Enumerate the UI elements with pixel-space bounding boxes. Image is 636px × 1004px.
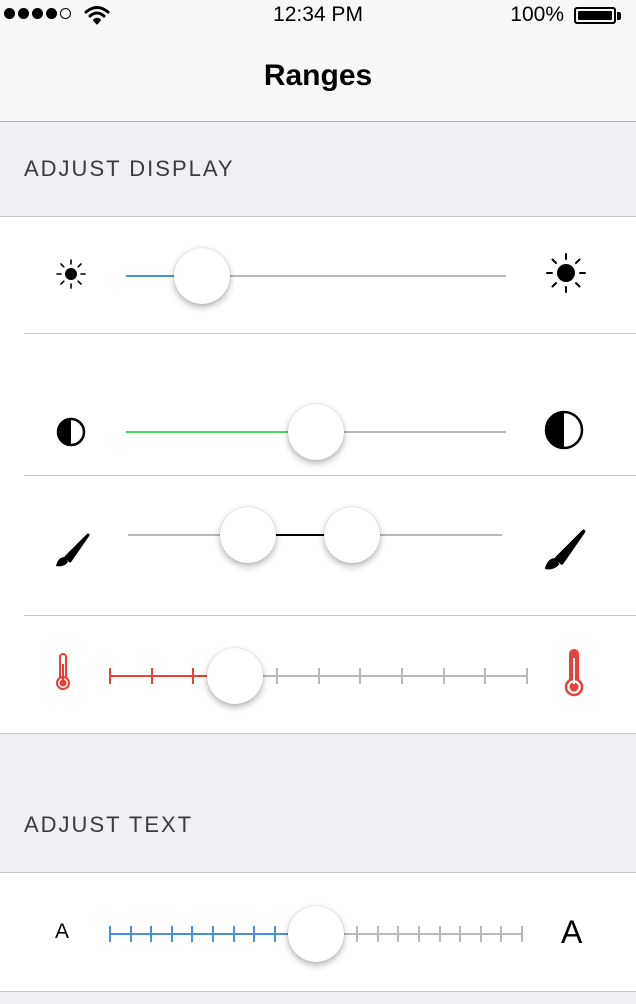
brush-range-row <box>0 476 636 615</box>
slider-tick <box>418 926 420 942</box>
contrast-icon <box>56 417 86 447</box>
display-settings-group <box>0 216 636 734</box>
slider-tick <box>317 668 320 684</box>
slider-tick <box>400 668 403 684</box>
sun-large-icon <box>546 253 586 293</box>
slider-tick <box>356 926 359 942</box>
slider-tick <box>170 926 173 942</box>
text-settings-group: A A <box>0 872 636 992</box>
sun-small-icon <box>56 259 86 289</box>
text-size-row: A A <box>0 873 636 991</box>
section-header-display: ADJUST DISPLAY <box>24 156 235 181</box>
slider-tick <box>526 668 528 684</box>
slider-tick <box>500 926 503 942</box>
slider-tick <box>191 926 194 942</box>
slider-tick <box>273 926 276 942</box>
section-header-text: ADJUST TEXT <box>24 812 194 837</box>
brightness-row <box>0 217 636 333</box>
slider-tick <box>397 926 400 942</box>
contrast-icon <box>544 410 584 450</box>
status-bar: 12:34 PM 100% <box>0 0 636 40</box>
navigation-bar: Ranges <box>0 40 636 122</box>
text-size-slider-knob[interactable] <box>288 906 344 962</box>
slider-tick <box>442 668 445 684</box>
slider-tick <box>359 668 362 684</box>
slider-tick <box>438 926 441 942</box>
slider-tick <box>484 668 487 684</box>
slider-tick <box>150 926 153 942</box>
slider-tick <box>109 926 111 942</box>
brightness-slider-knob[interactable] <box>174 248 230 304</box>
slider-tick <box>109 668 111 684</box>
slider-tick <box>376 926 379 942</box>
thermometer-icon <box>56 653 70 690</box>
page-title: Ranges <box>263 59 373 92</box>
slider-tick <box>212 926 214 942</box>
temperature-slider-knob[interactable] <box>207 648 264 704</box>
slider-tick <box>150 668 153 684</box>
slider-tick <box>192 668 195 684</box>
text-size-small-label: A <box>55 920 70 943</box>
battery-tip <box>617 12 621 20</box>
slider-tick <box>253 926 256 942</box>
slider-tick <box>479 926 482 942</box>
slider-tick <box>232 926 235 942</box>
slider-tick <box>459 926 462 942</box>
paintbrush-icon <box>544 529 586 570</box>
slider-tick <box>275 668 278 684</box>
paintbrush-icon <box>56 533 90 567</box>
temperature-row <box>0 616 636 733</box>
battery-icon <box>574 7 616 24</box>
text-size-large-label: A <box>561 914 583 950</box>
contrast-row <box>0 334 636 475</box>
slider-tick <box>521 926 523 942</box>
brush-range-lower-knob[interactable] <box>219 507 276 563</box>
battery-percentage: 100% <box>510 3 564 26</box>
brush-range-upper-knob[interactable] <box>324 507 381 563</box>
thermometer-icon <box>564 649 584 697</box>
contrast-slider-knob[interactable] <box>288 404 344 460</box>
slider-tick <box>129 926 132 942</box>
